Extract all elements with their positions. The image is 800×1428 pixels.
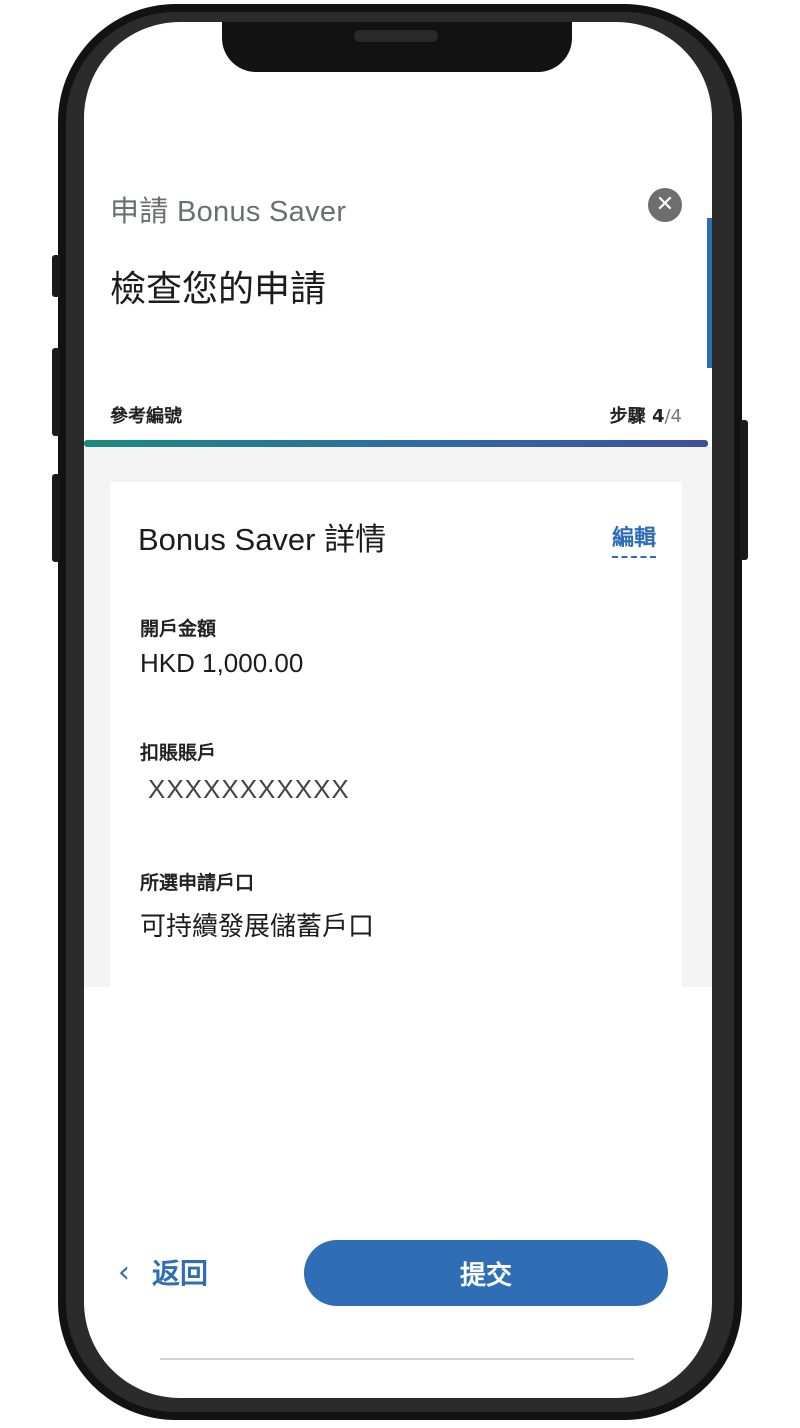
close-button[interactable]: ✕ — [648, 188, 682, 222]
mute-switch — [52, 255, 60, 297]
step-current: 4 — [651, 406, 665, 427]
reference-number-label: 參考編號 — [110, 406, 182, 427]
submit-button[interactable]: 提交 — [304, 1240, 668, 1306]
chevron-left-icon: ‹ — [118, 1254, 130, 1290]
opening-amount-value: HKD 1,000.00 — [140, 648, 304, 678]
notch — [222, 22, 572, 72]
phone-screen: 申請 Bonus Saver ✕ 檢查您的申請 參考編號 步驟 4/4 Bonu… — [84, 22, 712, 1398]
edit-link[interactable]: 編輯 — [611, 520, 656, 558]
home-indicator — [160, 1358, 634, 1360]
speaker-grille — [354, 30, 438, 42]
power-button — [740, 420, 748, 560]
progress-bar — [84, 440, 708, 447]
step-total: 4 — [670, 406, 682, 427]
step-label: 步驟 — [609, 406, 646, 427]
selected-account-value: 可持續發展儲蓄戶口 — [140, 911, 375, 941]
scroll-indicator[interactable] — [707, 218, 712, 368]
page-title: 檢查您的申請 — [110, 269, 327, 310]
opening-amount-label: 開戶金額 — [140, 618, 217, 640]
selected-account-label: 所選申請戶口 — [140, 872, 255, 894]
volume-down-button — [52, 474, 60, 562]
step-indicator: 步驟 4/4 — [610, 402, 682, 428]
debit-account-label: 扣賬賬戶 — [140, 742, 217, 764]
back-label: 返回 — [152, 1257, 209, 1290]
details-card: Bonus Saver 詳情 編輯 開戶金額 HKD 1,000.00 扣賬賬戶… — [110, 482, 682, 987]
debit-account-value: XXXXXXXXXXX — [148, 774, 350, 804]
card-title: Bonus Saver 詳情 — [138, 522, 387, 557]
back-button[interactable]: ‹ 返回 — [118, 1252, 208, 1292]
app-title: 申請 Bonus Saver — [110, 196, 347, 228]
close-icon: ✕ — [655, 192, 675, 217]
volume-up-button — [52, 348, 60, 436]
